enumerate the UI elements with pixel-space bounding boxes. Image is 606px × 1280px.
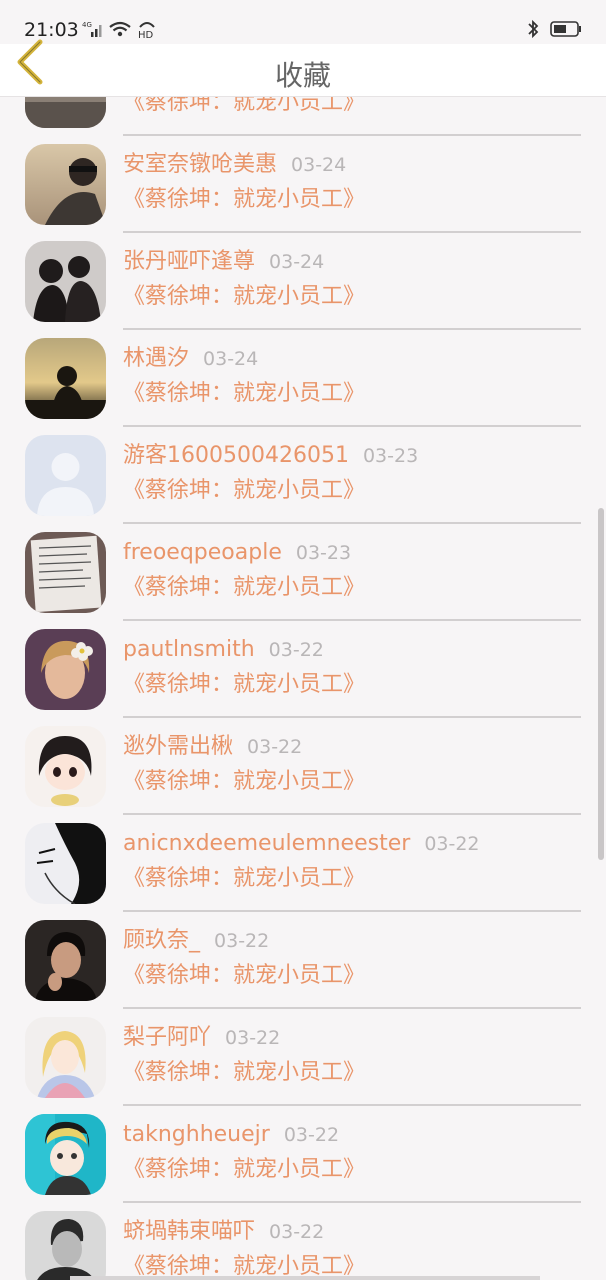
- list-item[interactable]: 顾玖奈_ 03-22 《蔡徐坤：就宠小员工》: [0, 898, 606, 1009]
- item-date: 03-22: [214, 930, 270, 952]
- item-date: 03-22: [269, 1221, 325, 1243]
- avatar: [25, 920, 106, 1001]
- item-date: 03-24: [269, 251, 325, 273]
- list-content: 《蔡徐坤：就宠小员工》 安室奈镦呛美惠 03-24 《蔡徐坤：就宠小员工》 张丹哑…: [0, 97, 606, 1280]
- list-item[interactable]: 梨子阿吖 03-22 《蔡徐坤：就宠小员工》: [0, 995, 606, 1106]
- item-book-title: 《蔡徐坤：就宠小员工》: [123, 769, 366, 794]
- scrollbar[interactable]: [598, 508, 604, 860]
- bluetooth-icon: [526, 19, 540, 43]
- item-book-title: 《蔡徐坤：就宠小员工》: [123, 1157, 366, 1182]
- item-book-title: 《蔡徐坤：就宠小员工》: [123, 575, 366, 600]
- item-book-title: 《蔡徐坤：就宠小员工》: [123, 284, 366, 309]
- item-date: 03-23: [362, 445, 419, 467]
- header: 收藏: [0, 39, 606, 97]
- avatar: [25, 726, 106, 807]
- item-username: 蛴堝韩束喵吓 03-22: [123, 1219, 325, 1244]
- list-item[interactable]: 逖外需出楸 03-22 《蔡徐坤：就宠小员工》: [0, 704, 606, 815]
- item-username: 逖外需出楸 03-22: [123, 734, 303, 759]
- item-username: 顾玖奈_ 03-22: [123, 928, 270, 953]
- item-username: freoeqpeoaple 03-23: [123, 540, 352, 565]
- item-date: 03-24: [291, 154, 347, 176]
- item-book-title: 《蔡徐坤：就宠小员工》: [123, 381, 366, 406]
- list-item[interactable]: 安室奈镦呛美惠 03-24 《蔡徐坤：就宠小员工》: [0, 122, 606, 233]
- list-item[interactable]: taknghheuejr 03-22 《蔡徐坤：就宠小员工》: [0, 1092, 606, 1203]
- network-label: 4G: [82, 21, 92, 29]
- item-book-title: 《蔡徐坤：就宠小员工》: [123, 478, 366, 503]
- status-icons-left: 4G HD: [82, 20, 158, 42]
- item-username: 梨子阿吖 03-22: [123, 1025, 281, 1050]
- avatar: [25, 1114, 106, 1195]
- item-username: anicnxdeemeulemneester 03-22: [123, 831, 480, 856]
- page-title: 收藏: [274, 59, 331, 92]
- status-icons-right: [526, 19, 582, 43]
- item-username: 安室奈镦呛美惠 03-24: [123, 152, 347, 177]
- item-book-title: 《蔡徐坤：就宠小员工》: [123, 963, 366, 988]
- avatar: [25, 435, 106, 516]
- item-book-title: 《蔡徐坤：就宠小员工》: [123, 1060, 366, 1085]
- avatar: [25, 823, 106, 904]
- list-item[interactable]: pautlnsmith 03-22 《蔡徐坤：就宠小员工》: [0, 607, 606, 718]
- list-item[interactable]: 林遇汐 03-24 《蔡徐坤：就宠小员工》: [0, 316, 606, 427]
- item-date: 03-24: [203, 348, 259, 370]
- list-item[interactable]: 游客1600500426051 03-23 《蔡徐坤：就宠小员工》: [0, 413, 606, 524]
- item-date: 03-22: [225, 1027, 281, 1049]
- item-date: 03-22: [283, 1124, 340, 1146]
- item-book-title: 《蔡徐坤：就宠小员工》: [123, 97, 366, 115]
- item-username: 游客1600500426051 03-23: [123, 443, 419, 468]
- status-bar: 21:03 4G HD: [0, 0, 606, 44]
- signal-icon: 4G: [82, 20, 104, 42]
- item-username: taknghheuejr 03-22: [123, 1122, 340, 1147]
- list-item[interactable]: 《蔡徐坤：就宠小员工》: [0, 97, 606, 136]
- avatar: [25, 338, 106, 419]
- item-book-title: 《蔡徐坤：就宠小员工》: [123, 672, 366, 697]
- item-username: 张丹哑吓逢尊 03-24: [123, 249, 325, 274]
- item-book-title: 《蔡徐坤：就宠小员工》: [123, 187, 366, 212]
- hd-icon: HD: [136, 19, 158, 43]
- list-item[interactable]: anicnxdeemeulemneester 03-22 《蔡徐坤：就宠小员工》: [0, 801, 606, 912]
- list-item[interactable]: freoeqpeoaple 03-23 《蔡徐坤：就宠小员工》: [0, 510, 606, 621]
- avatar: [25, 1017, 106, 1098]
- battery-icon: [550, 20, 582, 42]
- list-item[interactable]: 蛴堝韩束喵吓 03-22 《蔡徐坤：就宠小员工》: [0, 1189, 606, 1280]
- avatar: [25, 241, 106, 322]
- bottom-edge: [70, 1276, 540, 1280]
- item-date: 03-22: [424, 833, 480, 855]
- wifi-icon: [108, 20, 132, 42]
- default-user-icon: [25, 435, 106, 516]
- item-date: 03-22: [268, 639, 324, 661]
- list-item[interactable]: 张丹哑吓逢尊 03-24 《蔡徐坤：就宠小员工》: [0, 219, 606, 330]
- item-date: 03-22: [247, 736, 303, 758]
- item-book-title: 《蔡徐坤：就宠小员工》: [123, 866, 366, 891]
- avatar: [25, 1211, 106, 1280]
- item-username: pautlnsmith 03-22: [123, 637, 324, 662]
- avatar: [25, 629, 106, 710]
- favorites-list[interactable]: 《蔡徐坤：就宠小员工》 安室奈镦呛美惠 03-24 《蔡徐坤：就宠小员工》 张丹哑…: [0, 97, 606, 1280]
- avatar: [25, 532, 106, 613]
- wifi-label: HD: [138, 30, 154, 39]
- item-username: 林遇汐 03-24: [123, 346, 259, 371]
- item-date: 03-23: [295, 542, 352, 564]
- avatar: [25, 144, 106, 225]
